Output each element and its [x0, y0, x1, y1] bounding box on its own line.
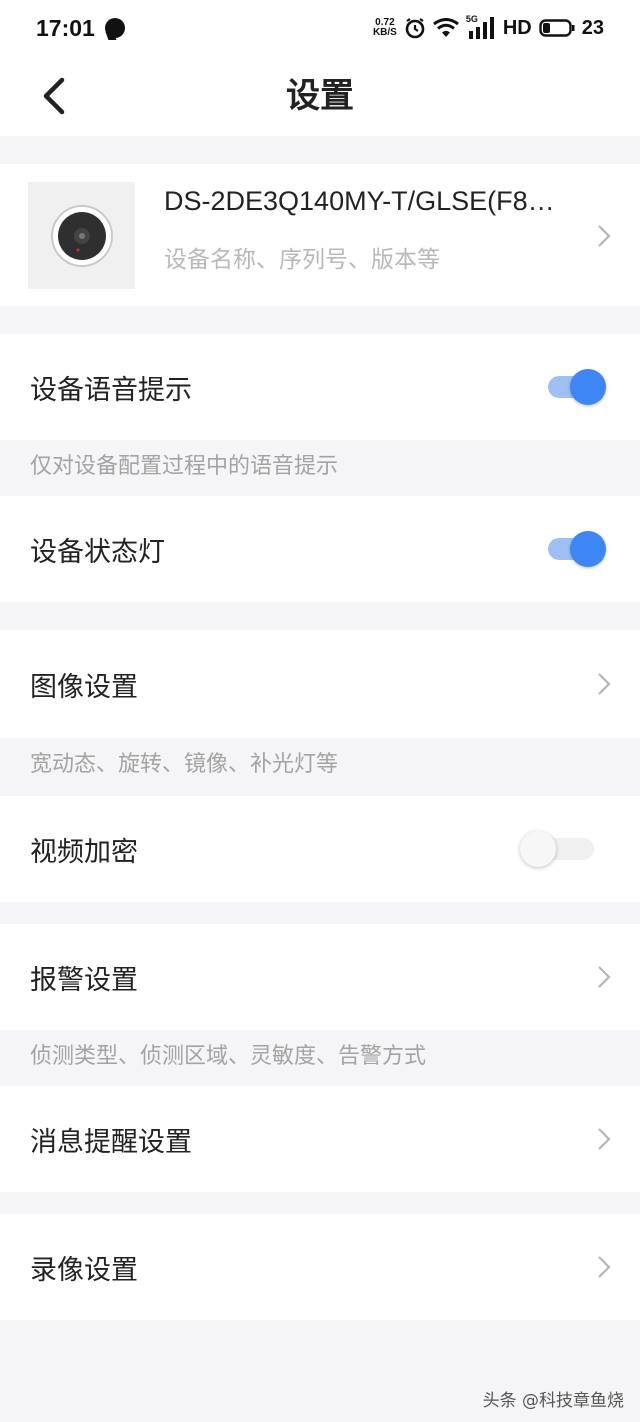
network-speed-unit: KB/S — [372, 27, 397, 38]
status-bar: 17:01 0.72 KB/S 5G HD 23 — [0, 0, 640, 56]
device-name: DS-2DE3Q140MY-T/GLSE(F8… — [164, 186, 555, 216]
camera-icon — [50, 204, 113, 267]
status-light-row: 设备状态灯 — [0, 496, 640, 602]
chevron-right-icon — [594, 963, 614, 991]
image-settings-hint: 宽动态、旋转、镜像、补光灯等 — [30, 752, 339, 777]
status-light-toggle[interactable] — [548, 531, 606, 567]
message-settings-row[interactable]: 消息提醒设置 — [0, 1086, 640, 1192]
recording-settings-row[interactable]: 录像设置 — [0, 1214, 640, 1320]
toggle-knob — [570, 369, 606, 405]
video-encryption-row: 视频加密 — [0, 796, 640, 902]
alarm-settings-hint: 侦测类型、侦测区域、灵敏度、告警方式 — [30, 1044, 427, 1069]
message-settings-label: 消息提醒设置 — [30, 1126, 192, 1158]
status-right: 0.72 KB/S 5G HD 23 — [373, 14, 604, 40]
alarm-settings-row[interactable]: 报警设置 — [0, 924, 640, 1030]
video-encryption-label: 视频加密 — [30, 836, 138, 868]
header: 设置 — [0, 56, 640, 136]
page-title: 设置 — [286, 76, 354, 116]
hd-indicator: HD — [502, 16, 532, 39]
recording-settings-label: 录像设置 — [30, 1254, 138, 1286]
voice-prompt-label: 设备语音提示 — [30, 374, 192, 406]
chevron-right-icon — [594, 1253, 614, 1281]
image-settings-label: 图像设置 — [30, 671, 138, 703]
chevron-right-icon — [594, 222, 614, 250]
toggle-knob — [520, 831, 556, 867]
status-light-label: 设备状态灯 — [30, 536, 165, 568]
network-speed: 0.72 KB/S — [373, 18, 397, 38]
toggle-knob — [570, 531, 606, 567]
device-thumbnail — [28, 182, 135, 289]
status-time: 17:01 — [36, 14, 95, 41]
device-subtitle: 设备名称、序列号、版本等 — [164, 247, 440, 273]
battery-level: 23 — [581, 16, 604, 39]
voice-prompt-row: 设备语音提示 — [0, 334, 640, 440]
video-encryption-toggle[interactable] — [520, 831, 594, 867]
voice-prompt-hint: 仅对设备配置过程中的语音提示 — [30, 454, 339, 479]
status-left: 17:01 — [36, 15, 125, 42]
device-info-row[interactable]: DS-2DE3Q140MY-T/GLSE(F8… 设备名称、序列号、版本等 — [0, 164, 640, 306]
chevron-right-icon — [594, 670, 614, 698]
image-settings-row[interactable]: 图像设置 — [0, 630, 640, 738]
battery-icon — [539, 19, 575, 37]
voice-prompt-toggle[interactable] — [548, 369, 606, 405]
chevron-right-icon — [594, 1125, 614, 1153]
alarm-clock-icon — [405, 18, 425, 39]
wifi-icon — [432, 18, 459, 37]
alarm-settings-label: 报警设置 — [30, 964, 138, 996]
chat-bubble-icon — [104, 18, 125, 38]
watermark: 头条 @科技章鱼烧 — [482, 1391, 624, 1411]
signal-icon: 5G — [466, 14, 496, 39]
